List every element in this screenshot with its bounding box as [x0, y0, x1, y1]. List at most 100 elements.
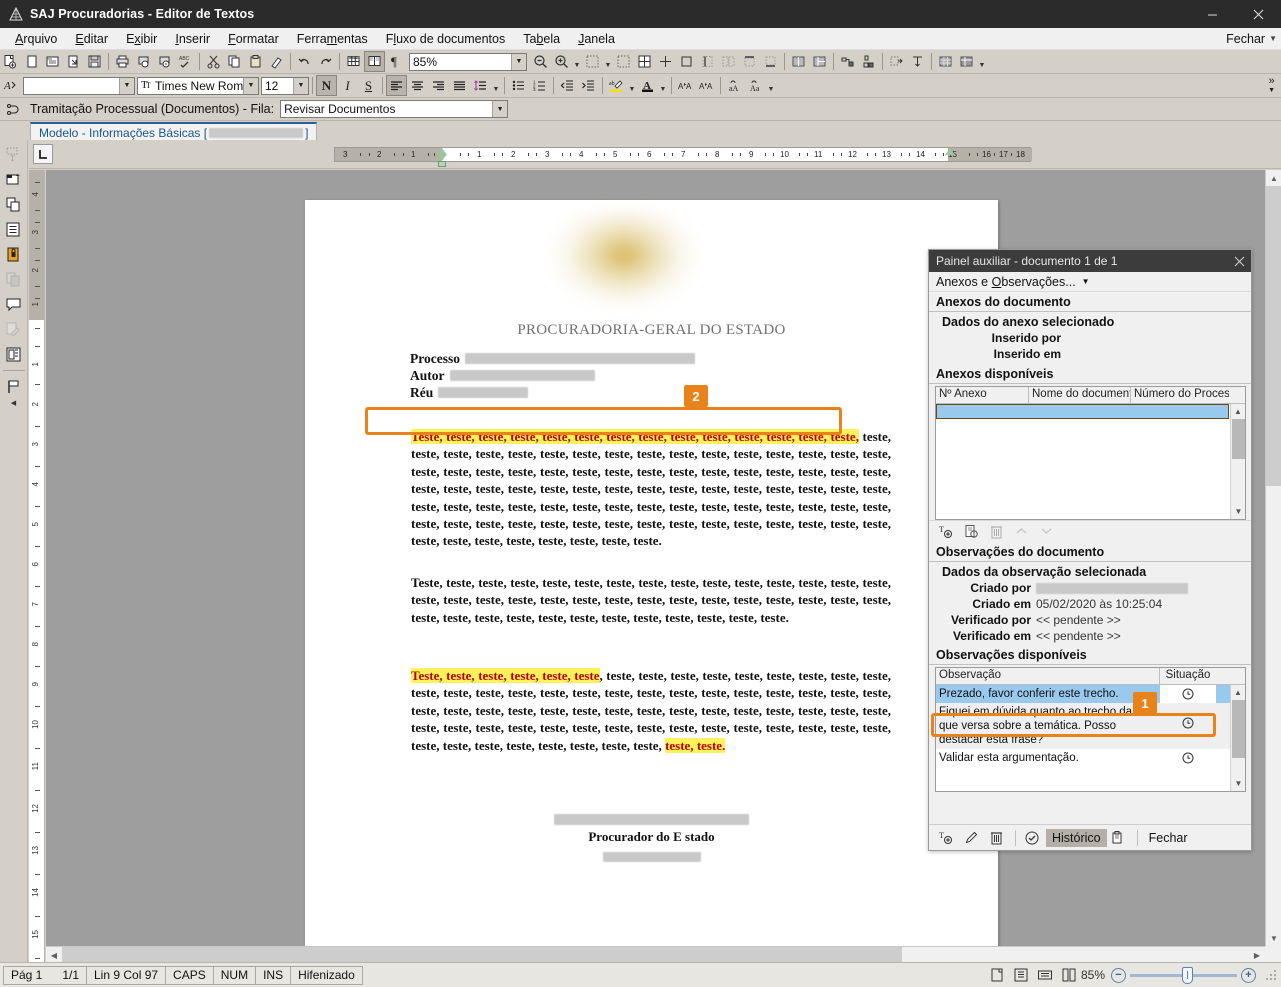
font-color-icon[interactable]: A — [637, 75, 658, 96]
chevron-down-icon[interactable]: ▼ — [1268, 87, 1275, 95]
increase-indent-icon[interactable] — [578, 75, 599, 96]
chevron-down-icon[interactable]: ▼ — [293, 78, 308, 94]
archive-icon[interactable] — [2, 342, 26, 366]
print-icon[interactable] — [112, 51, 133, 72]
print-setup-icon[interactable] — [154, 51, 175, 72]
history-button[interactable]: Histórico — [1046, 829, 1107, 847]
chevron-down-icon[interactable]: ▼ — [572, 51, 582, 72]
insert-table-grid-icon[interactable] — [634, 51, 655, 72]
observation-row[interactable]: Fiquei em dúvida quanto ao trecho da lei… — [936, 703, 1245, 749]
observation-row-selected[interactable]: Prezado, favor conferir este trecho. — [936, 685, 1245, 703]
page-columns-icon[interactable] — [364, 51, 385, 72]
chevron-down-icon[interactable]: ▼ — [243, 78, 258, 94]
document-paragraph-3[interactable]: Teste, teste, teste, teste, teste, teste… — [411, 667, 891, 754]
save-icon[interactable] — [84, 51, 105, 72]
select-all-icon[interactable] — [582, 51, 603, 72]
scroll-down-arrow[interactable]: ▼ — [1266, 930, 1281, 946]
left-indent-marker[interactable] — [438, 161, 446, 167]
menu-exibir[interactable]: Exibir — [117, 30, 166, 48]
increase-font-icon[interactable]: AA — [675, 75, 696, 96]
uppercase-icon[interactable]: aA — [724, 75, 745, 96]
queue-combo[interactable]: Revisar Documentos ▼ — [280, 100, 508, 118]
locked-doc-icon[interactable] — [2, 242, 26, 266]
column-header-observacao[interactable]: Observação — [936, 668, 1160, 684]
horizontal-ruler[interactable]: 3 2 1 1 2 3 4 5 6 7 8 9 10 11 12 13 14 1… — [334, 147, 1031, 162]
chevron-down-icon[interactable]: ▼ — [491, 75, 501, 96]
zoom-slider-thumb[interactable] — [1182, 967, 1193, 984]
zoom-control[interactable]: 85% − + — [1081, 968, 1256, 983]
blank-page-icon[interactable] — [21, 51, 42, 72]
scroll-left-arrow[interactable]: ◀ — [46, 947, 62, 963]
zoom-combo[interactable]: 85% ▼ — [409, 53, 527, 71]
chevron-down-icon[interactable]: ▼ — [1082, 277, 1090, 286]
document-page[interactable]: PROCURADORIA-GERAL DO ESTADO Processo Au… — [305, 200, 998, 946]
two-page-view-icon[interactable] — [1058, 965, 1080, 985]
menu-inserir[interactable]: Inserir — [166, 30, 219, 48]
close-button[interactable] — [1235, 0, 1281, 28]
comment-icon[interactable] — [2, 292, 26, 316]
attachments-grid-body[interactable]: ▲ ▼ — [936, 404, 1245, 519]
italic-button[interactable]: I — [337, 75, 358, 96]
copy-icon[interactable] — [224, 51, 245, 72]
menu-editar[interactable]: Editar — [66, 30, 117, 48]
document-tab-modelo[interactable]: Modelo - Informações Básicas [ ] — [30, 122, 317, 141]
status-num[interactable]: NUM — [213, 966, 256, 985]
align-right-icon[interactable] — [428, 75, 449, 96]
split-cells-icon[interactable] — [809, 51, 830, 72]
document-horizontal-scrollbar[interactable]: ◀ ▶ — [46, 946, 1265, 962]
table-autoformat-icon[interactable] — [956, 51, 977, 72]
style-combo[interactable]: ▼ — [23, 77, 135, 95]
copy-clipboard-icon[interactable] — [1107, 828, 1129, 848]
font-size-combo[interactable]: 12 ▼ — [261, 77, 309, 95]
delete-observation-icon[interactable] — [985, 828, 1007, 848]
duplicate-icon[interactable] — [2, 192, 26, 216]
distribute-cols-icon[interactable] — [858, 51, 879, 72]
observations-grid[interactable]: Observação Situação Prezado, favor confe… — [935, 667, 1246, 792]
zoom-in-icon[interactable] — [551, 51, 572, 72]
text-frame-icon[interactable]: T — [2, 142, 26, 166]
document-paragraph-1[interactable]: Teste, teste, teste, teste, teste, teste… — [411, 428, 891, 550]
status-hyphen[interactable]: Hifenizado — [290, 966, 363, 985]
scroll-down-arrow[interactable]: ▼ — [1231, 504, 1246, 519]
copy-docs-icon[interactable] — [2, 267, 26, 291]
bold-button[interactable]: N — [316, 75, 337, 96]
hscroll-thumb[interactable] — [62, 947, 902, 963]
right-indent-marker[interactable] — [945, 148, 955, 155]
chevron-down-icon[interactable]: ▼ — [766, 75, 776, 96]
minimize-button[interactable] — [1189, 0, 1235, 28]
column-select-icon[interactable] — [718, 51, 739, 72]
merge-split-icon[interactable] — [655, 51, 676, 72]
panel-close-button[interactable]: Fechar — [1143, 829, 1194, 847]
justify-icon[interactable] — [449, 75, 470, 96]
scroll-up-arrow[interactable]: ▲ — [1266, 170, 1281, 186]
top-border-icon[interactable] — [739, 51, 760, 72]
cut-icon[interactable] — [203, 51, 224, 72]
scroll-up-arrow[interactable]: ▲ — [1231, 685, 1245, 700]
chevron-left-icon[interactable]: ◀ — [11, 399, 16, 407]
observations-grid-body[interactable]: Prezado, favor conferir este trecho. Fiq… — [936, 685, 1245, 791]
spellcheck-icon[interactable]: ABC — [175, 51, 196, 72]
menu-formatar[interactable]: Formatar — [219, 30, 288, 48]
move-up-icon[interactable] — [1010, 522, 1032, 542]
auxiliary-panel[interactable]: Painel auxiliar - documento 1 de 1 Anexo… — [928, 249, 1252, 851]
add-observation-icon[interactable]: T — [935, 828, 957, 848]
attachments-row-selected[interactable] — [936, 404, 1229, 419]
attachments-grid-scrollbar[interactable]: ▲ ▼ — [1230, 404, 1245, 519]
chevron-down-icon[interactable]: ▼ — [658, 75, 668, 96]
web-view-icon[interactable] — [1034, 965, 1056, 985]
single-page-view-icon[interactable] — [986, 965, 1008, 985]
open-document-icon[interactable] — [63, 51, 84, 72]
font-color-picker-icon[interactable]: A — [0, 75, 21, 96]
column-header-nome-documento[interactable]: Nome do documento — [1029, 387, 1131, 403]
workflow-icon[interactable] — [3, 99, 24, 120]
panel-mode-dropdown[interactable]: Anexos e Observações... ▼ — [929, 272, 1251, 292]
menu-fluxo-documentos[interactable]: Fluxo de documentos — [377, 30, 515, 48]
zoom-out-icon[interactable] — [530, 51, 551, 72]
menu-tabela[interactable]: Tabela — [514, 30, 569, 48]
distribute-rows-icon[interactable] — [837, 51, 858, 72]
zoom-minus-icon[interactable]: − — [1111, 968, 1126, 983]
line-spacing-icon[interactable] — [470, 75, 491, 96]
document-paragraph-2[interactable]: Teste, teste, teste, teste, teste, teste… — [411, 574, 891, 626]
show-marks-icon[interactable]: ¶ — [385, 51, 406, 72]
resize-grip[interactable] — [1264, 968, 1278, 982]
